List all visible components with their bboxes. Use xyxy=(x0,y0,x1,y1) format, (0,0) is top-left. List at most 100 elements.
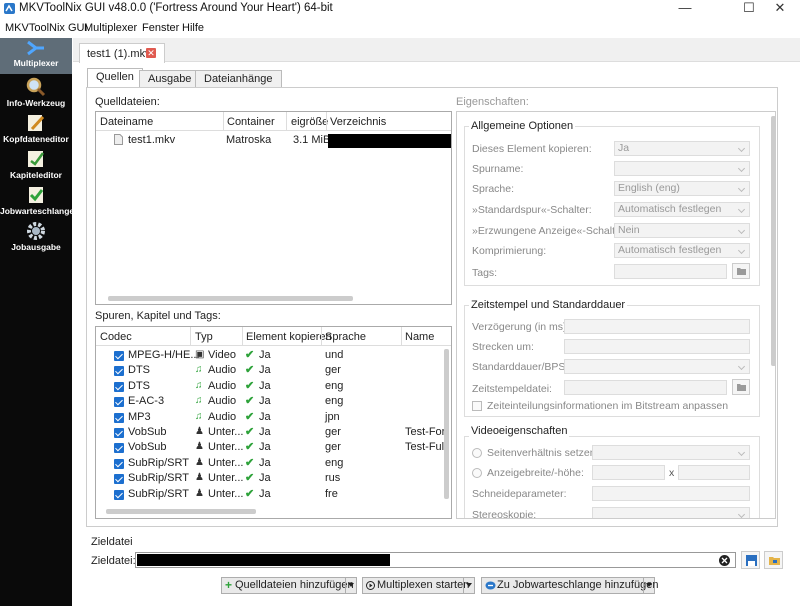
col-container[interactable]: Container xyxy=(227,116,275,128)
file-icon xyxy=(114,134,123,145)
col-codec[interactable]: Codec xyxy=(100,331,132,343)
sidebar-item-header-editor[interactable]: Kopfdateneditor xyxy=(0,112,72,148)
menu-multiplexer[interactable]: Multiplexer xyxy=(84,22,137,34)
trackname-field[interactable] xyxy=(614,161,750,176)
stereo-select[interactable] xyxy=(592,507,750,518)
fix-bitstream-checkbox[interactable] xyxy=(472,401,482,411)
table-row[interactable]: SubRip/SRT ♟ Unter... ✔ Ja eng xyxy=(96,456,441,471)
tab-quellen[interactable]: Quellen xyxy=(87,68,143,89)
default-duration-select[interactable] xyxy=(564,359,750,374)
crop-field[interactable] xyxy=(592,486,750,501)
add-files-dropdown-icon[interactable] xyxy=(345,578,356,593)
tab-file[interactable]: test1 (1).mkv ✕ xyxy=(79,43,165,63)
col-sprache[interactable]: Sprache xyxy=(325,331,366,343)
track-enable-checkbox[interactable] xyxy=(114,489,124,500)
track-enable-checkbox[interactable] xyxy=(114,412,124,423)
crop-label: Schneideparameter: xyxy=(472,488,567,500)
track-enable-checkbox[interactable] xyxy=(114,474,124,485)
table-row[interactable]: E-AC-3 ♫ Audio ✔ Ja eng xyxy=(96,394,441,409)
start-dropdown-icon[interactable] xyxy=(463,578,474,593)
sidebar-item-job-queue[interactable]: Jobwarteschlange xyxy=(0,184,74,220)
language-select[interactable]: English (eng) xyxy=(614,181,750,196)
track-codec: MP3 xyxy=(128,410,151,423)
table-row[interactable]: SubRip/SRT ♟ Unter... ✔ Ja rus xyxy=(96,471,441,486)
tab-dateianhaenge[interactable]: Dateianhänge xyxy=(195,70,282,88)
menu-hilfe[interactable]: Hilfe xyxy=(182,22,204,34)
display-height-field[interactable] xyxy=(678,465,750,480)
track-enable-checkbox[interactable] xyxy=(114,443,124,454)
source-container: Matroska xyxy=(226,134,272,146)
forced-display-select[interactable]: Nein xyxy=(614,223,750,238)
queue-dropdown-icon[interactable] xyxy=(643,578,654,593)
default-track-select[interactable]: Automatisch festlegen xyxy=(614,202,750,217)
tags-field[interactable] xyxy=(614,264,727,279)
output-file-input[interactable] xyxy=(135,552,736,568)
close-tab-icon[interactable]: ✕ xyxy=(146,48,156,58)
vertical-scrollbar[interactable] xyxy=(771,116,775,366)
table-row[interactable]: VobSub ♟ Unter... ✔ Ja ger Test-Full xyxy=(96,440,447,455)
track-language: eng xyxy=(325,379,344,392)
table-row[interactable]: SubRip/SRT ♟ Unter... ✔ Ja fre xyxy=(96,487,441,502)
track-enable-checkbox[interactable] xyxy=(114,351,124,361)
col-element-kopieren[interactable]: Element kopieren xyxy=(246,331,332,343)
display-width-field[interactable] xyxy=(592,465,665,480)
tracks-table[interactable]: Codec Typ Element kopieren Sprache Name … xyxy=(95,326,452,519)
close-window-button[interactable]: ✕ xyxy=(758,0,800,17)
table-row[interactable]: MPEG-H/HE... ▣ Video ✔ Ja und xyxy=(96,348,441,363)
queue-add-icon xyxy=(485,581,496,590)
file-tab-strip xyxy=(73,38,800,62)
menu-mkvtoolnix[interactable]: MKVToolNix GUI xyxy=(5,22,88,34)
browse-timestamp-button[interactable] xyxy=(732,379,750,395)
sources-table[interactable]: Dateiname Container eigröße Verzeichnis … xyxy=(95,111,452,305)
track-enable-checkbox[interactable] xyxy=(114,428,124,438)
audio-type-icon: ♫ xyxy=(195,364,203,376)
browse-output-button[interactable] xyxy=(764,551,783,569)
title-bar: MKVToolNix GUI v48.0.0 ('Fortress Around… xyxy=(0,0,800,18)
minimize-button[interactable]: — xyxy=(663,0,707,17)
browse-tags-button[interactable] xyxy=(732,263,750,279)
start-multiplex-button[interactable]: Multiplexen starten xyxy=(362,577,475,594)
window-title: MKVToolNix GUI v48.0.0 ('Fortress Around… xyxy=(19,2,333,14)
col-name[interactable]: Name xyxy=(405,331,434,343)
sidebar-item-label: Info-Werkzeug xyxy=(6,98,66,108)
timestamp-file-field[interactable] xyxy=(564,380,727,395)
track-enable-checkbox[interactable] xyxy=(114,366,124,377)
vertical-scrollbar[interactable] xyxy=(444,349,449,499)
col-typ[interactable]: Typ xyxy=(195,331,213,343)
sidebar-item-info-tool[interactable]: Info-Werkzeug xyxy=(0,76,72,112)
compression-select[interactable]: Automatisch festlegen xyxy=(614,243,750,258)
play-icon xyxy=(366,581,375,590)
table-row[interactable]: VobSub ♟ Unter... ✔ Ja ger Test-For xyxy=(96,425,445,440)
col-verzeichnis[interactable]: Verzeichnis xyxy=(330,116,386,128)
horizontal-scrollbar[interactable] xyxy=(106,509,256,514)
stretch-field[interactable] xyxy=(564,339,750,354)
track-enable-checkbox[interactable] xyxy=(114,381,124,392)
delay-field[interactable] xyxy=(564,319,750,334)
copy-select[interactable]: Ja xyxy=(614,141,750,156)
sidebar-item-label: Multiplexer xyxy=(13,58,59,68)
sidebar-item-job-output[interactable]: Jobausgabe xyxy=(0,220,72,256)
track-enable-checkbox[interactable] xyxy=(114,458,124,469)
sidebar-item-multiplexer[interactable]: Multiplexer xyxy=(0,38,72,74)
timestamp-file-label: Zeitstempeldatei: xyxy=(472,383,552,395)
col-groesse[interactable]: eigröße xyxy=(291,116,328,128)
sidebar-item-chapter-editor[interactable]: Kapiteleditor xyxy=(0,148,72,184)
display-dims-radio[interactable] xyxy=(472,468,482,478)
horizontal-scrollbar[interactable] xyxy=(108,296,353,301)
add-source-files-button[interactable]: + Quelldateien hinzufügen xyxy=(221,577,357,594)
table-row[interactable]: test1.mkv Matroska 3.1 MiB xyxy=(96,133,451,149)
tab-ausgabe[interactable]: Ausgabe xyxy=(139,70,201,88)
col-dateiname[interactable]: Dateiname xyxy=(100,116,153,128)
table-row[interactable]: MP3 ♫ Audio ✔ Ja jpn xyxy=(96,410,441,425)
table-row[interactable]: DTS ♫ Audio ✔ Ja eng xyxy=(96,379,441,394)
save-output-button[interactable] xyxy=(741,551,760,569)
aspect-ratio-radio[interactable] xyxy=(472,448,482,458)
clear-icon[interactable] xyxy=(719,555,730,566)
table-row[interactable]: DTS ♫ Audio ✔ Ja ger xyxy=(96,363,441,378)
aspect-ratio-select[interactable] xyxy=(592,445,750,460)
add-to-queue-button[interactable]: Zu Jobwarteschlange hinzufügen xyxy=(481,577,658,594)
plus-icon: + xyxy=(225,578,233,592)
menu-fenster[interactable]: Fenster xyxy=(142,22,179,34)
track-type: Audio xyxy=(208,379,237,392)
track-enable-checkbox[interactable] xyxy=(114,397,124,408)
